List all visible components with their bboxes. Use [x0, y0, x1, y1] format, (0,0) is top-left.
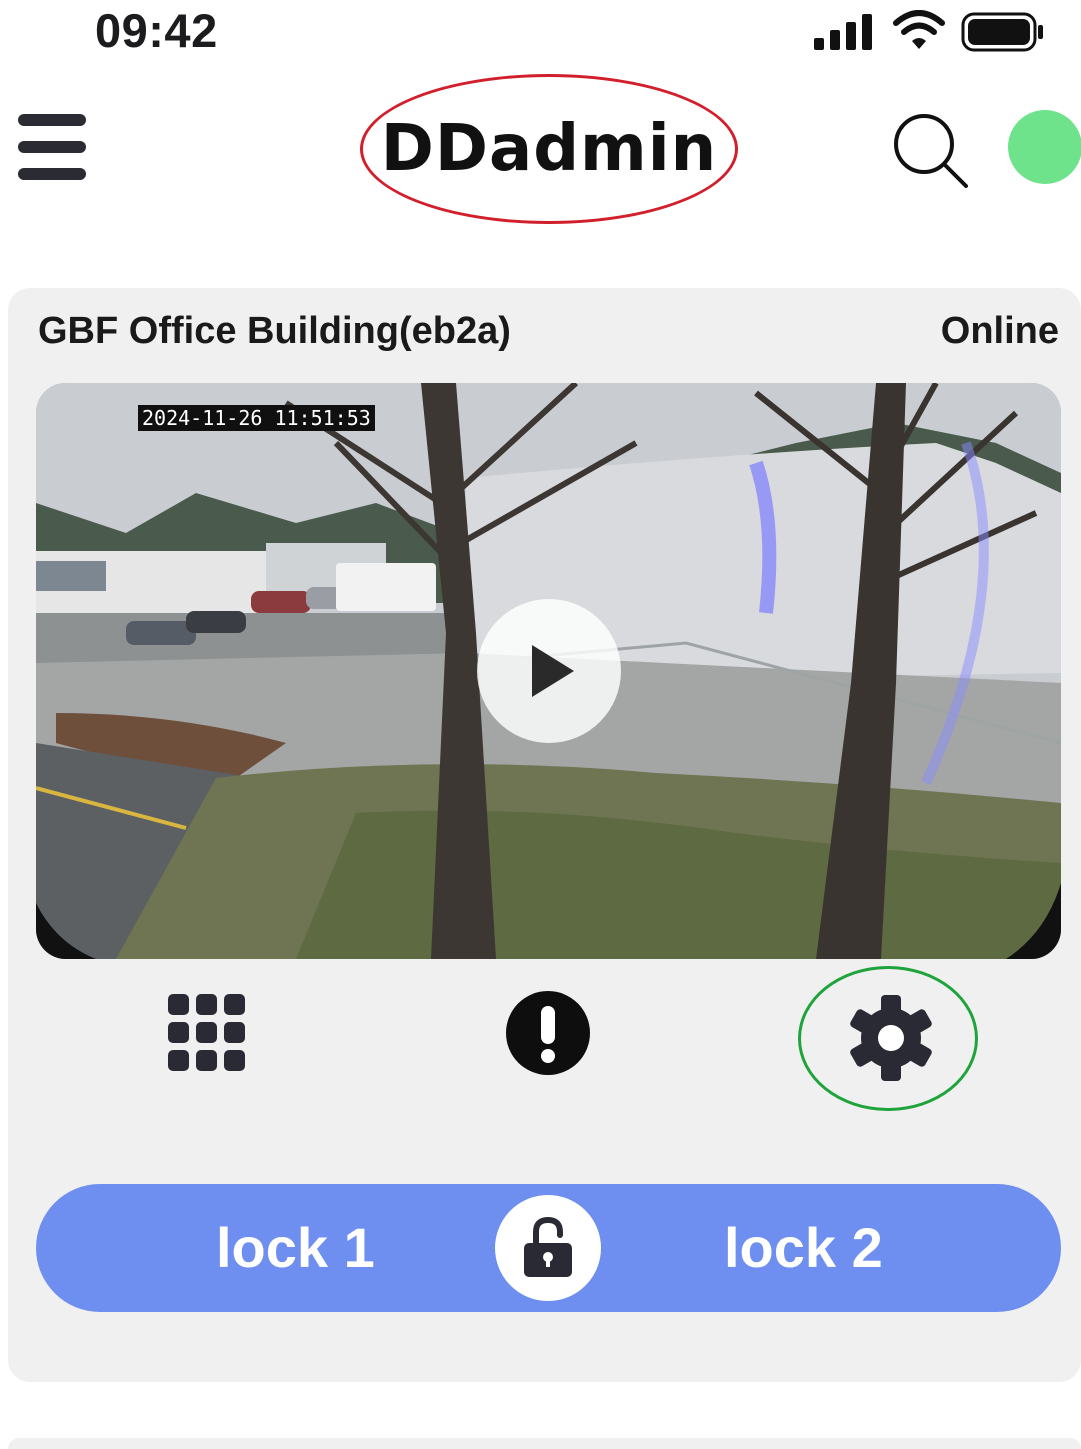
menu-icon[interactable]: [18, 114, 86, 180]
keypad-icon[interactable]: [168, 994, 246, 1072]
app-title: DDadmin: [360, 74, 738, 224]
status-time: 09:42: [95, 4, 218, 57]
settings-icon[interactable]: [846, 993, 936, 1083]
video-timestamp: 2024-11-26 11:51:53: [138, 405, 375, 431]
next-device-card: [8, 1438, 1081, 1449]
device-card: GBF Office Building(eb2a) Online 2024-11…: [8, 288, 1081, 1382]
connection-status-dot: [1008, 110, 1081, 184]
unlock-button[interactable]: [495, 1195, 601, 1301]
wifi-icon: [893, 10, 945, 49]
settings-highlight: [798, 966, 978, 1111]
video-feed[interactable]: 2024-11-26 11:51:53: [36, 383, 1061, 959]
lock-control-bar: lock 1 lock 2: [36, 1184, 1061, 1312]
lock-2-button[interactable]: lock 2: [724, 1184, 883, 1312]
unlock-icon: [524, 1217, 572, 1277]
lock-1-button[interactable]: lock 1: [216, 1184, 375, 1312]
search-icon[interactable]: [888, 108, 972, 192]
battery-icon: [961, 12, 1043, 52]
play-button[interactable]: [477, 599, 621, 743]
play-icon: [532, 645, 574, 697]
signal-icon: [814, 14, 872, 50]
device-name: GBF Office Building(eb2a): [38, 310, 511, 352]
alert-icon[interactable]: [505, 990, 591, 1076]
device-status: Online: [940, 310, 1059, 352]
